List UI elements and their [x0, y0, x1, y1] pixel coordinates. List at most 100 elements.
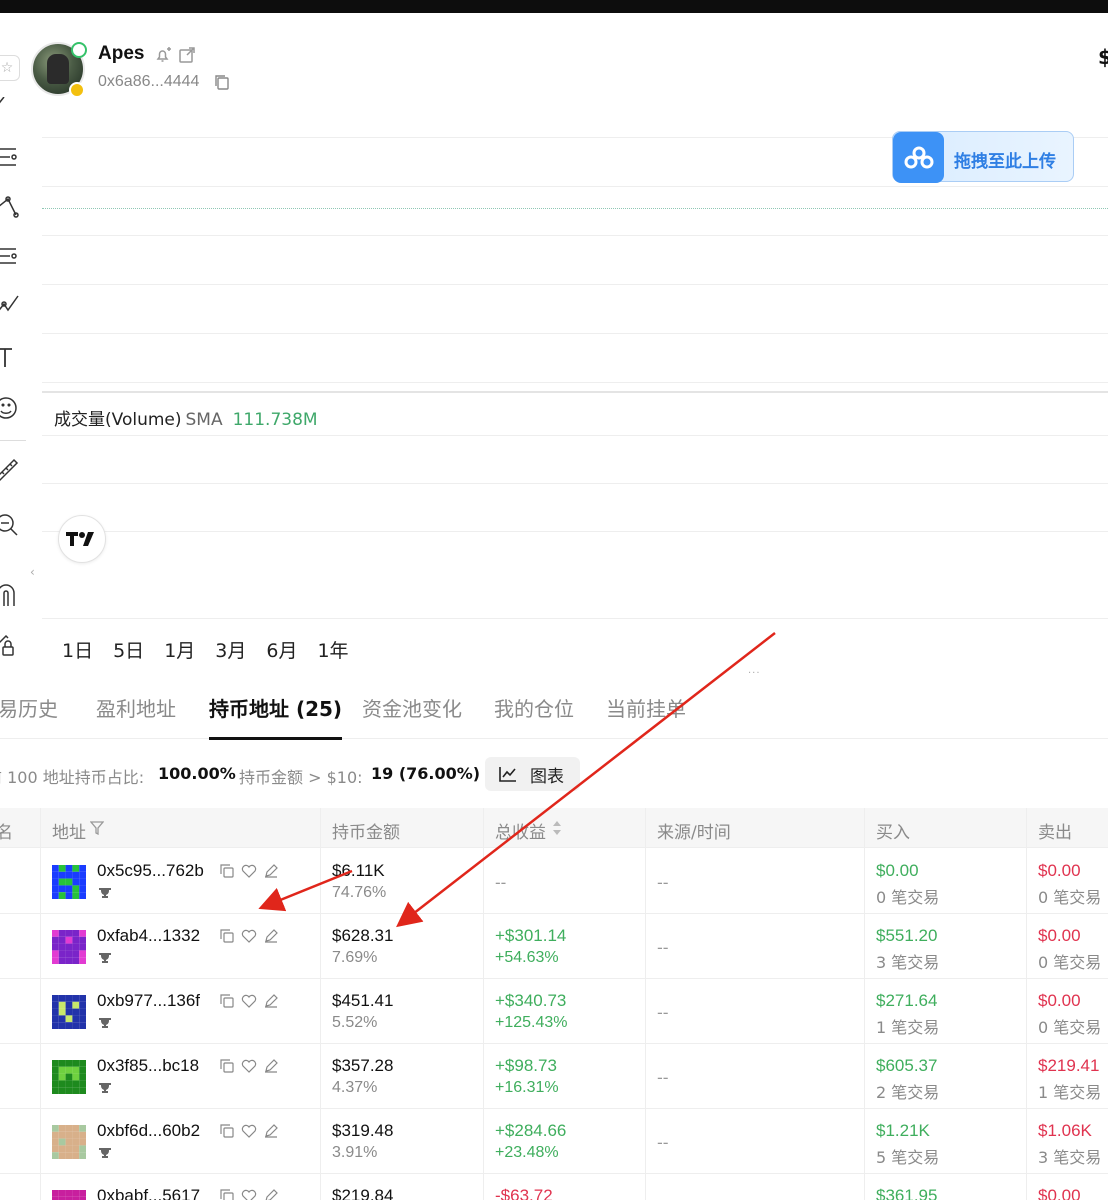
holding-percent: 7.69%: [332, 949, 378, 966]
collapse-toolbar-chevron-icon[interactable]: ‹: [30, 565, 35, 579]
timeframe-1d[interactable]: 1日: [62, 636, 93, 663]
favorite-star-icon[interactable]: ☆: [0, 55, 20, 81]
chain-badge-icon: [69, 82, 85, 98]
grid-line: [42, 531, 1108, 532]
heart-icon[interactable]: [241, 1124, 257, 1138]
col-address: 地址: [52, 823, 86, 843]
token-header: ☆ Apes 0x6a86...4444 $: [0, 13, 1108, 98]
holder-avatar: [52, 1190, 86, 1200]
holder-address[interactable]: 0xfab4...1332: [97, 926, 200, 946]
channel-tool-icon[interactable]: [0, 144, 20, 170]
edit-icon[interactable]: [264, 1189, 278, 1200]
copy-icon[interactable]: [214, 74, 230, 90]
copy-icon[interactable]: [220, 864, 234, 878]
timeframe-1m[interactable]: 1月: [164, 636, 195, 663]
holder-avatar: [52, 930, 86, 964]
tab-my-position[interactable]: 我的仓位: [494, 693, 574, 739]
timeframe-6m[interactable]: 6月: [266, 636, 297, 663]
sell-tx-count: 0 笔交易: [1038, 888, 1102, 907]
zoom-tool-icon[interactable]: [0, 512, 20, 538]
holder-address[interactable]: 0x3f85...bc18: [97, 1056, 199, 1076]
total-pnl-percent: +23.48%: [495, 1144, 559, 1161]
edit-icon[interactable]: [264, 929, 278, 943]
tab-trade-history[interactable]: 易历史: [0, 693, 58, 739]
edit-icon[interactable]: [264, 994, 278, 1008]
pattern-tool-icon[interactable]: [0, 294, 20, 320]
buy-amount: $271.64: [876, 991, 938, 1010]
external-link-icon[interactable]: [178, 46, 196, 64]
ape-image: [47, 54, 69, 84]
text-tool-icon[interactable]: [0, 345, 20, 371]
sort-icon[interactable]: [552, 820, 562, 836]
col-total-pnl[interactable]: 总收益: [495, 818, 546, 843]
buy-tx-count: 0 笔交易: [876, 888, 940, 907]
tradingview-logo-icon[interactable]: [58, 515, 106, 563]
buy-tx-count: 2 笔交易: [876, 1083, 940, 1102]
copy-icon[interactable]: [220, 1059, 234, 1073]
fib-tool-icon[interactable]: [0, 245, 20, 271]
holder-address[interactable]: 0x5c95...762b: [97, 861, 204, 881]
trophy-icon: [99, 1018, 111, 1028]
resize-handle[interactable]: ···: [748, 668, 761, 679]
lock-drawing-tool-icon[interactable]: [0, 631, 20, 657]
sell-amount: $0.00: [1038, 1186, 1081, 1200]
copy-icon[interactable]: [220, 929, 234, 943]
upload-drop-button[interactable]: 拖拽至此上传: [892, 131, 1074, 183]
tab-open-orders[interactable]: 当前挂单: [606, 693, 686, 739]
pitchfork-tool-icon[interactable]: [0, 193, 20, 219]
holding-percent: 74.76%: [332, 884, 387, 901]
price-line: [42, 208, 1108, 209]
edit-icon[interactable]: [264, 1059, 278, 1073]
heart-icon[interactable]: [241, 994, 257, 1008]
holder-address[interactable]: 0xbabf...5617: [97, 1186, 200, 1200]
holding-percent: 4.37%: [332, 1079, 378, 1096]
timeframe-3m[interactable]: 3月: [215, 636, 246, 663]
trophy-icon: [99, 1148, 111, 1158]
holding-amount: $219.84: [332, 1186, 394, 1200]
total-pnl: -$63.72: [495, 1186, 553, 1200]
total-pnl: +$340.73: [495, 991, 567, 1010]
holder-avatar: [52, 865, 86, 899]
row-actions: [220, 994, 278, 1010]
timeframe-1y[interactable]: 1年: [317, 636, 348, 663]
bell-plus-icon[interactable]: [154, 46, 172, 64]
chart-button[interactable]: 图表: [485, 757, 580, 791]
heart-icon[interactable]: [241, 1189, 257, 1200]
table-row[interactable]: 0xb977...136f $451.41 5.52% +$340.73 +12…: [0, 979, 1108, 1044]
total-pnl: +$98.73: [495, 1056, 557, 1075]
emoji-tool-icon[interactable]: [0, 395, 20, 421]
table-row[interactable]: 0x5c95...762b $6.11K 74.76% -- -- $0.00 …: [0, 849, 1108, 914]
table-row[interactable]: 0xfab4...1332 $628.31 7.69% +$301.14 +54…: [0, 914, 1108, 979]
edit-icon[interactable]: [264, 1124, 278, 1138]
tab-profit-addresses[interactable]: 盈利地址: [96, 693, 176, 739]
holder-address[interactable]: 0xb977...136f: [97, 991, 200, 1011]
table-row[interactable]: 0x3f85...bc18 $357.28 4.37% +$98.73 +16.…: [0, 1044, 1108, 1109]
heart-icon[interactable]: [241, 864, 257, 878]
holding-amount: $6.11K: [332, 861, 385, 880]
pane-separator[interactable]: [42, 391, 1108, 393]
total-pnl: --: [495, 873, 507, 892]
holder-address[interactable]: 0xbf6d...60b2: [97, 1121, 200, 1141]
copy-icon[interactable]: [220, 1124, 234, 1138]
magnet-tool-icon[interactable]: [0, 582, 20, 608]
copy-icon[interactable]: [220, 994, 234, 1008]
sell-amount: $219.41: [1038, 1056, 1100, 1075]
tab-liquidity-changes[interactable]: 资金池变化: [362, 693, 462, 739]
row-actions: [220, 1059, 278, 1075]
heart-icon[interactable]: [241, 929, 257, 943]
filter-icon[interactable]: [90, 821, 104, 835]
top100-label: 前 100 地址持币占比:: [0, 768, 145, 787]
tab-holders[interactable]: 持币地址 (25): [209, 693, 343, 740]
copy-icon[interactable]: [220, 1189, 234, 1200]
table-row[interactable]: 0xbf6d...60b2 $319.48 3.91% +$284.66 +23…: [0, 1109, 1108, 1174]
buy-tx-count: 1 笔交易: [876, 1018, 940, 1037]
sell-tx-count: 0 笔交易: [1038, 953, 1102, 972]
trophy-icon: [99, 888, 111, 898]
edit-icon[interactable]: [264, 864, 278, 878]
buy-amount: $605.37: [876, 1056, 938, 1075]
line-tool-icon[interactable]: [0, 97, 20, 123]
ruler-tool-icon[interactable]: [0, 457, 20, 483]
heart-icon[interactable]: [241, 1059, 257, 1073]
timeframe-5d[interactable]: 5日: [113, 636, 144, 663]
table-row[interactable]: 0xbabf...5617 $219.84 -$63.72 $361.95 $0…: [0, 1174, 1108, 1200]
